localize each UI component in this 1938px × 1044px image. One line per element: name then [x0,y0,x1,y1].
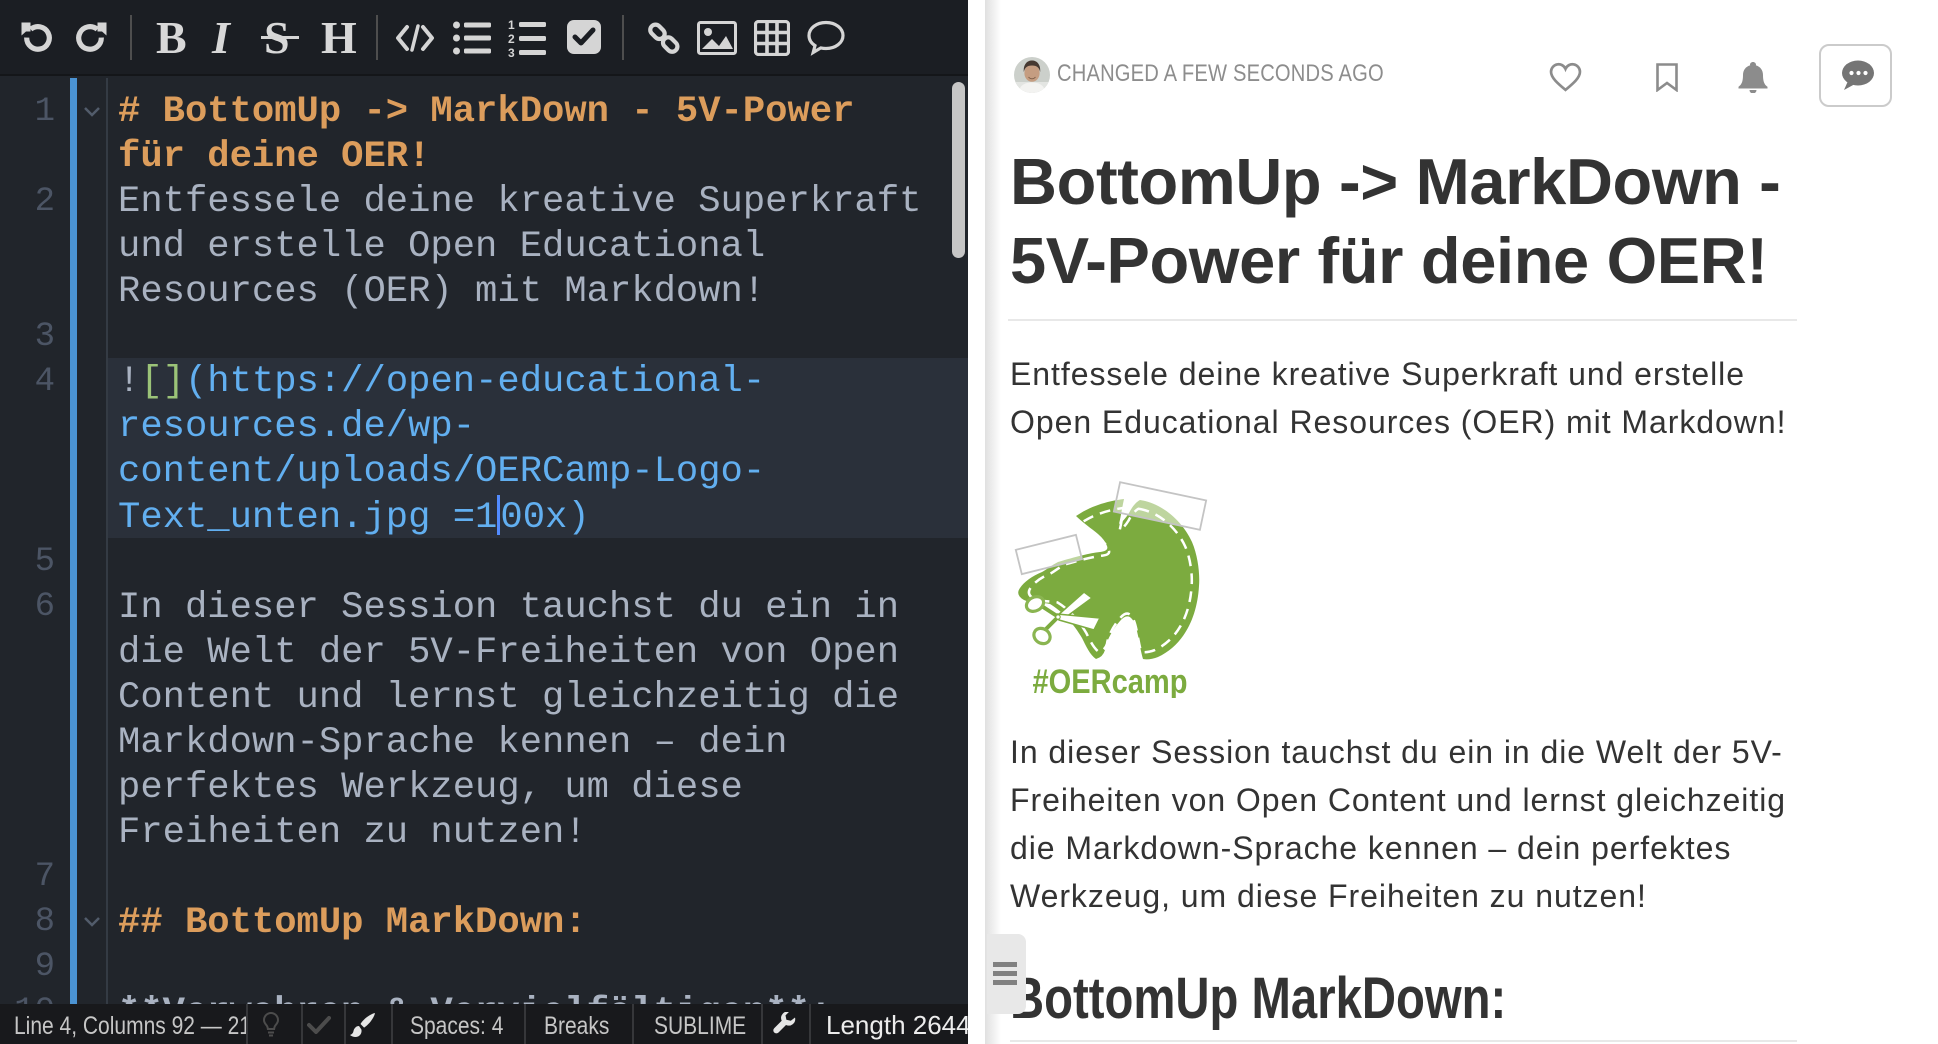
svg-text:2: 2 [508,32,515,46]
svg-text:3: 3 [508,46,515,58]
svg-text:#OERcamp: #OERcamp [1033,663,1188,698]
svg-text:1: 1 [508,18,515,32]
